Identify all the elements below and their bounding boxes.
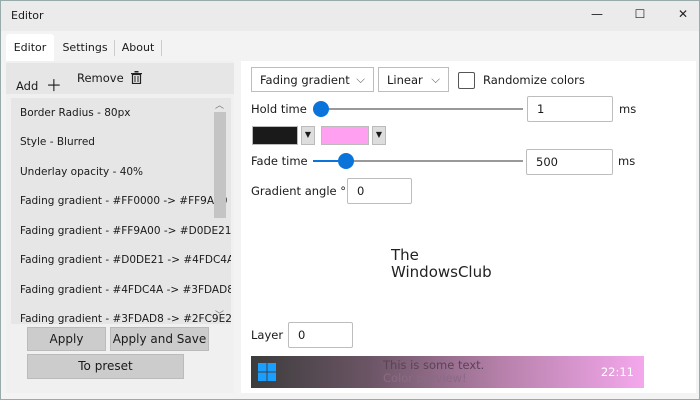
- maximize-button[interactable]: ☐: [630, 7, 650, 25]
- windows-logo-icon: [258, 363, 276, 381]
- color-preview: This is some text. Color preview! 22:11: [251, 356, 644, 388]
- watermark-line2: WindowsClub: [391, 263, 492, 281]
- add-label: Add: [16, 79, 39, 93]
- fade-time-label: Fade time: [251, 154, 308, 168]
- to-preset-button[interactable]: To preset: [27, 354, 184, 379]
- tab-divider: [114, 40, 115, 56]
- preview-subtext: Color preview!: [383, 371, 467, 385]
- list-item[interactable]: Style - Blurred: [20, 136, 95, 148]
- list-item[interactable]: Fading gradient - #D0DE21 -> #4FDC4A: [20, 254, 231, 266]
- plus-icon: ＋: [45, 76, 62, 95]
- title-bar: Editor — ☐ ✕: [1, 1, 699, 31]
- list-item[interactable]: Fading gradient - #FF9A00 -> #D0DE21: [20, 225, 231, 237]
- color1-swatch[interactable]: [252, 126, 298, 145]
- gradient-angle-input[interactable]: 0: [347, 178, 412, 204]
- gradient-angle-label: Gradient angle °: [251, 184, 347, 198]
- scrollbar-thumb[interactable]: [214, 112, 226, 218]
- interpolation-value: Linear: [387, 73, 423, 87]
- color2-swatch[interactable]: [321, 126, 369, 145]
- preview-text: This is some text.: [383, 358, 485, 372]
- hold-unit: ms: [619, 102, 637, 116]
- layer-label: Layer: [251, 328, 284, 342]
- watermark: The WindowsClub: [391, 247, 492, 281]
- remove-button[interactable]: Remove: [77, 71, 143, 85]
- tab-settings[interactable]: Settings: [58, 34, 112, 61]
- interpolation-dropdown[interactable]: Linear ⌵: [378, 67, 449, 92]
- scroll-down-icon[interactable]: ﹀: [215, 308, 224, 321]
- minimize-button[interactable]: —: [587, 7, 607, 25]
- tab-divider: [161, 40, 162, 56]
- layer-input[interactable]: 0: [288, 322, 353, 348]
- apply-and-save-button[interactable]: Apply and Save: [110, 327, 209, 351]
- effect-value: Fading gradient: [260, 73, 350, 87]
- editor-window: Editor — ☐ ✕ Editor Settings About Add ＋…: [0, 0, 700, 400]
- fade-unit: ms: [618, 154, 636, 168]
- tab-about[interactable]: About: [116, 34, 160, 61]
- list-item[interactable]: Fading gradient - #FF0000 -> #FF9A00: [20, 195, 227, 207]
- hold-time-input[interactable]: 1: [527, 96, 613, 122]
- effect-editor: Fading gradient ⌵ Linear ⌵ Randomize color…: [241, 61, 696, 393]
- list-item[interactable]: Border Radius - 80px: [20, 107, 130, 119]
- list-item[interactable]: Underlay opacity - 40%: [20, 166, 143, 178]
- list-item[interactable]: Fading gradient - #4FDC4A -> #3FDAD8: [20, 284, 231, 296]
- remove-label: Remove: [77, 71, 124, 85]
- preview-clock: 22:11: [600, 365, 634, 379]
- list-item[interactable]: Fading gradient - #3FDAD8 -> #2FC9E2: [20, 313, 231, 324]
- hold-time-label: Hold time: [251, 102, 307, 116]
- color1-dropdown-icon[interactable]: ▼: [301, 126, 315, 145]
- list-toolbar: Add ＋ Remove: [6, 63, 234, 95]
- fade-time-slider-thumb[interactable]: [338, 153, 355, 169]
- presets-panel: Add ＋ Remove Border Radius - 80px Style …: [6, 61, 234, 393]
- scroll-up-icon[interactable]: ︿: [215, 98, 224, 111]
- window-title: Editor: [11, 9, 44, 22]
- add-button[interactable]: Add ＋: [16, 71, 62, 95]
- randomize-checkbox[interactable]: [458, 72, 475, 89]
- hold-time-slider-thumb[interactable]: [313, 101, 329, 117]
- trash-icon: [131, 71, 143, 85]
- chevron-down-icon: ⌵: [431, 72, 440, 86]
- effect-dropdown[interactable]: Fading gradient ⌵: [251, 67, 374, 92]
- apply-button[interactable]: Apply: [27, 327, 106, 351]
- tab-editor[interactable]: Editor: [6, 34, 54, 61]
- hold-time-slider[interactable]: [313, 108, 523, 110]
- fade-time-input[interactable]: 500: [526, 149, 613, 175]
- close-button[interactable]: ✕: [673, 7, 693, 25]
- color2-dropdown-icon[interactable]: ▼: [372, 126, 386, 145]
- watermark-line1: The: [391, 246, 419, 264]
- randomize-label: Randomize colors: [483, 73, 585, 87]
- fade-time-slider-fill: [313, 160, 339, 162]
- chevron-down-icon: ⌵: [356, 72, 365, 86]
- preset-list[interactable]: Border Radius - 80px Style - Blurred Und…: [11, 98, 231, 324]
